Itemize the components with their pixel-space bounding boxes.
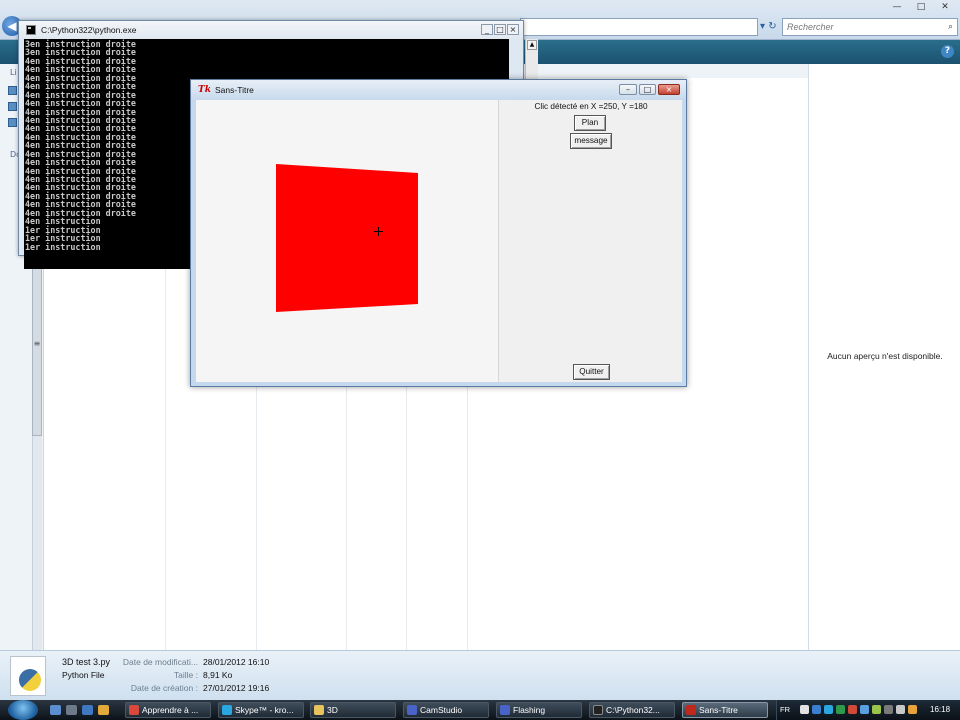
taskbar-item-label: C:\Python32...	[606, 705, 660, 715]
tray-icon[interactable]	[812, 705, 821, 714]
taskbar-item-label: Skype™ - kro...	[235, 705, 294, 715]
camstudio-icon	[407, 705, 417, 715]
search-icon[interactable]: ⌕	[948, 21, 953, 32]
console-window-controls: _ □ ×	[481, 24, 519, 35]
tk-window-title: Sans-Titre	[215, 85, 254, 95]
close-icon[interactable]: ✕	[936, 2, 954, 14]
control-panel: Clic détecté en X =250, Y =180 Plan mess…	[498, 100, 682, 382]
file-name: 3D test 3.py	[62, 657, 111, 667]
taskbar-item-label: Sans-Titre	[699, 705, 738, 715]
taskbar-item-label: Flashing	[513, 705, 546, 715]
click-coordinates-label: Clic détecté en X =250, Y =180	[534, 102, 648, 111]
taskbar-item[interactable]: CamStudio	[403, 702, 489, 718]
tray-icon[interactable]	[908, 705, 917, 714]
taskbar-item-label: CamStudio	[420, 705, 463, 715]
taskbar-item[interactable]: Skype™ - kro...	[218, 702, 304, 718]
tk-window-controls: – □ ×	[619, 84, 680, 95]
taskbar-item[interactable]: Apprendre à ...	[125, 702, 211, 718]
taskbar-item[interactable]: C:\Python32...	[589, 702, 675, 718]
console-title-bar[interactable]: C:\Python322\python.exe _ □ ×	[19, 21, 523, 39]
browser-icon[interactable]	[82, 705, 93, 715]
explorer-window-controls: — □ ✕	[888, 2, 954, 14]
close-icon[interactable]: ×	[658, 84, 680, 95]
skype-icon	[222, 705, 232, 715]
tray-icon[interactable]	[836, 705, 845, 714]
folder-icon[interactable]	[98, 705, 109, 715]
maximize-icon[interactable]: □	[639, 84, 656, 95]
address-bar[interactable]	[520, 18, 758, 36]
flashing-icon	[500, 705, 510, 715]
maximize-icon[interactable]: □	[494, 24, 506, 35]
console-icon	[593, 705, 603, 715]
quit-button[interactable]: Quitter	[573, 364, 610, 380]
modified-label: Date de modificati...	[122, 657, 198, 667]
minimize-icon[interactable]: –	[619, 84, 637, 95]
tray-icon[interactable]	[872, 705, 881, 714]
tk-window[interactable]: Tk Sans-Titre – □ × Clic détecté en X =2…	[190, 79, 687, 387]
close-icon[interactable]: ×	[507, 24, 519, 35]
canvas-drawing	[276, 164, 418, 312]
nav-label-1: Li	[10, 68, 17, 77]
size-label: Taille :	[173, 670, 198, 680]
show-desktop-icon[interactable]	[50, 705, 61, 715]
taskbar-item-label: 3D	[327, 705, 338, 715]
drawing-canvas[interactable]	[196, 100, 498, 382]
network-icon[interactable]	[884, 705, 893, 714]
taskbar-item[interactable]: 3D	[310, 702, 396, 718]
console-icon	[26, 25, 36, 35]
chrome-icon	[129, 705, 139, 715]
message-button[interactable]: message	[570, 133, 612, 149]
created-value: 27/01/2012 19:16	[203, 683, 270, 693]
folder-icon[interactable]	[8, 102, 17, 111]
minimize-icon[interactable]: —	[888, 2, 906, 14]
folder-icon[interactable]	[8, 118, 17, 127]
python-file-icon	[10, 656, 46, 696]
volume-icon[interactable]	[896, 705, 905, 714]
preview-message: Aucun aperçu n'est disponible.	[827, 351, 943, 361]
created-label: Date de création :	[130, 683, 198, 693]
tray-icon[interactable]	[860, 705, 869, 714]
scrollbar-thumb[interactable]: ≡	[32, 258, 42, 436]
crosshair-cursor-icon	[374, 227, 383, 236]
red-square	[276, 164, 418, 312]
clock: 16:18	[930, 705, 951, 714]
folder-icon[interactable]	[8, 86, 17, 95]
maximize-icon[interactable]: □	[912, 2, 930, 14]
tray-icon[interactable]	[800, 705, 809, 714]
tray-icon[interactable]	[848, 705, 857, 714]
help-icon[interactable]: ?	[941, 45, 954, 58]
scroll-up-icon[interactable]: ▲	[527, 40, 537, 50]
language-indicator[interactable]: FR	[780, 705, 790, 714]
tk-title-bar[interactable]: Tk Sans-Titre – □ ×	[191, 80, 686, 100]
refresh-icon[interactable]: ▾ ↻	[760, 18, 780, 36]
minimize-icon[interactable]: _	[481, 24, 493, 35]
skype-icon[interactable]	[824, 705, 833, 714]
console-title: C:\Python322\python.exe	[41, 25, 137, 35]
modified-value: 28/01/2012 16:10	[203, 657, 270, 667]
tk-icon	[686, 705, 696, 715]
search-input[interactable]: Rechercher ⌕	[782, 18, 958, 36]
taskbar-item[interactable]: Flashing	[496, 702, 582, 718]
preview-pane: Aucun aperçu n'est disponible.	[808, 64, 960, 650]
file-type: Python File	[62, 670, 105, 680]
switch-windows-icon[interactable]	[66, 705, 77, 715]
taskbar-item-label: Apprendre à ...	[142, 705, 199, 715]
taskbar-item-active[interactable]: Sans-Titre	[682, 702, 768, 718]
start-button[interactable]	[8, 700, 38, 720]
folder-icon	[314, 705, 324, 715]
tk-feather-icon: Tk	[198, 85, 211, 95]
plan-button[interactable]: Plan	[574, 115, 606, 131]
size-value: 8,91 Ko	[203, 670, 233, 680]
search-placeholder: Rechercher	[787, 22, 834, 32]
